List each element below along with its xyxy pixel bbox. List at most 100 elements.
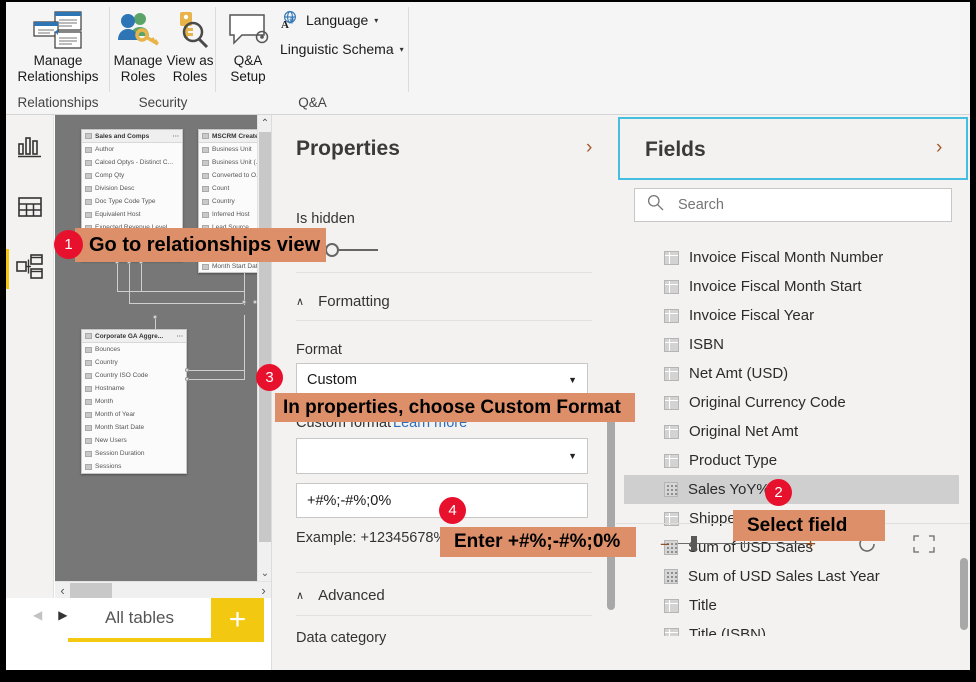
field-item-invoice-fiscal-month-start[interactable]: Invoice Fiscal Month Start: [624, 272, 961, 301]
canvas-vertical-scrollbar[interactable]: ⌃ ⌄: [257, 115, 271, 581]
tab-next-icon[interactable]: ▶: [58, 608, 67, 622]
field-label: Country ISO Code: [95, 372, 149, 379]
sidebar-item-data-view[interactable]: [6, 183, 54, 235]
language-button[interactable]: A # Language ▾: [280, 11, 378, 29]
field-item-sales-yoy-percent[interactable]: Sales YoY%: [624, 475, 961, 504]
field-label: Business Unit (...: [212, 159, 262, 166]
relationship-line: [187, 370, 245, 371]
manage-relationships-label-1: Manage: [33, 53, 83, 68]
canvas-field-row: Equivalent Host: [82, 208, 182, 221]
column-icon: [85, 346, 92, 353]
view-as-roles-label-2: Roles: [172, 69, 208, 84]
fields-list[interactable]: Invoice Fiscal Month Number Invoice Fisc…: [624, 232, 961, 636]
divider: [296, 572, 592, 573]
field-item-sum-of-usd-sales-last-year[interactable]: Sum of USD Sales Last Year: [624, 562, 961, 591]
column-icon: [664, 627, 679, 636]
field-item-original-currency-code[interactable]: Original Currency Code: [624, 388, 961, 417]
annotation-4-badge: 4: [439, 497, 466, 524]
field-item-title-isbn[interactable]: Title (ISBN): [624, 620, 961, 636]
scrollbar-thumb[interactable]: [607, 395, 615, 610]
is-hidden-toggle-knob[interactable]: [325, 243, 339, 257]
view-as-roles-icon: [164, 7, 216, 53]
is-hidden-toggle-track[interactable]: [338, 249, 378, 251]
scroll-left-icon[interactable]: ‹: [55, 582, 70, 599]
manage-roles-label-2: Roles: [120, 69, 156, 84]
view-as-roles-button[interactable]: View as Roles: [164, 7, 216, 85]
advanced-section-header[interactable]: ∧ Advanced: [296, 587, 385, 604]
canvas-field-row: Doc Type Code Type: [82, 195, 182, 208]
manage-relationships-button[interactable]: Manage Relationships: [6, 7, 110, 85]
canvas-field-row: Calced Optys - Distinct C...: [82, 156, 182, 169]
divider: [296, 320, 592, 321]
qa-setup-button[interactable]: Q&A Setup: [220, 7, 276, 85]
field-item-label: Net Amt (USD): [689, 365, 789, 382]
annotation-3-callout: In properties, choose Custom Format: [275, 393, 635, 422]
sidebar-item-report-view[interactable]: [6, 123, 54, 175]
search-input[interactable]: [676, 196, 926, 214]
field-item-isbn[interactable]: ISBN: [624, 330, 961, 359]
column-icon: [85, 450, 92, 457]
language-icon: A #: [280, 11, 300, 29]
canvas-field-row: Bounces: [82, 343, 186, 356]
ribbon-group-qa: Q&A Setup A # Language ▾ Linguistic Sche…: [216, 2, 409, 114]
canvas-field-row: Hostname: [82, 382, 186, 395]
field-item-label: Title (ISBN): [689, 626, 766, 636]
relationship-endpoint[interactable]: [185, 377, 189, 381]
field-item-title[interactable]: Title: [624, 591, 961, 620]
relationship-endpoint[interactable]: [185, 368, 189, 372]
custom-format-select[interactable]: ▼: [296, 438, 588, 474]
fields-collapse-button[interactable]: ›: [936, 137, 942, 159]
properties-title: Properties: [296, 137, 400, 160]
table-icon: [202, 133, 209, 139]
formatting-section-header[interactable]: ∧ Formatting: [296, 293, 390, 310]
column-icon: [202, 211, 209, 218]
linguistic-schema-button[interactable]: Linguistic Schema ▾: [280, 41, 404, 57]
field-label: Doc Type Code Type: [95, 198, 156, 205]
field-item-product-type[interactable]: Product Type: [624, 446, 961, 475]
manage-roles-button[interactable]: Manage Roles: [112, 7, 164, 85]
chevron-down-icon: ▾: [374, 15, 379, 25]
fields-scrollbar[interactable]: [959, 232, 970, 636]
canvas-table-corporate-ga[interactable]: Corporate GA Aggre... ⋯ Bounces Country …: [81, 329, 187, 474]
canvas-field-row: Users: [82, 473, 186, 474]
data-category-label: Data category: [296, 630, 387, 646]
scrollbar-thumb[interactable]: [259, 132, 271, 542]
format-select[interactable]: Custom ▼: [296, 363, 588, 396]
field-item-invoice-fiscal-month-number[interactable]: Invoice Fiscal Month Number: [624, 243, 961, 272]
measure-icon: [664, 569, 678, 584]
field-item-net-amt-usd[interactable]: Net Amt (USD): [624, 359, 961, 388]
canvas-table-title: Corporate GA Aggre...: [95, 332, 164, 340]
zoom-out-button[interactable]: −: [660, 535, 670, 555]
relationship-line: [244, 315, 245, 379]
ribbon-group-label-relationships: Relationships: [17, 95, 99, 110]
canvas-horizontal-scrollbar[interactable]: ‹ ›: [55, 581, 271, 598]
fit-to-screen-icon[interactable]: [913, 535, 935, 558]
field-label: Country: [95, 359, 118, 366]
sidebar-item-model-view[interactable]: [6, 243, 54, 295]
relationships-canvas[interactable]: Sales and Comps ⋯ Author Calced Optys - …: [55, 115, 271, 581]
scroll-right-icon[interactable]: ›: [256, 582, 271, 599]
fields-search[interactable]: [634, 188, 952, 222]
zoom-slider-thumb[interactable]: [691, 536, 697, 551]
relationship-endpoint[interactable]: [242, 300, 246, 304]
field-item-label: Original Currency Code: [689, 394, 846, 411]
relationship-endpoint[interactable]: [153, 315, 157, 319]
scrollbar-thumb[interactable]: [70, 583, 112, 598]
language-label: Language: [306, 12, 369, 28]
field-item-label: Original Net Amt: [689, 423, 799, 440]
qa-setup-icon: [220, 7, 276, 53]
zoom-slider-track[interactable]: [678, 543, 807, 544]
tab-all-tables[interactable]: All tables: [68, 598, 211, 642]
canvas-field-row: Author: [82, 143, 182, 156]
add-table-button[interactable]: +: [211, 598, 264, 642]
properties-collapse-button[interactable]: ›: [586, 137, 592, 159]
scroll-down-icon[interactable]: ⌄: [258, 565, 272, 581]
chevron-down-icon-2: ▾: [399, 44, 404, 54]
column-icon: [202, 198, 209, 205]
field-item-invoice-fiscal-year[interactable]: Invoice Fiscal Year: [624, 301, 961, 330]
tab-prev-icon[interactable]: ◀: [33, 608, 42, 622]
canvas-field-row: Comp Qty: [82, 169, 182, 182]
field-item-original-net-amt[interactable]: Original Net Amt: [624, 417, 961, 446]
scrollbar-thumb[interactable]: [960, 558, 968, 630]
scroll-up-icon[interactable]: ⌃: [258, 115, 272, 131]
